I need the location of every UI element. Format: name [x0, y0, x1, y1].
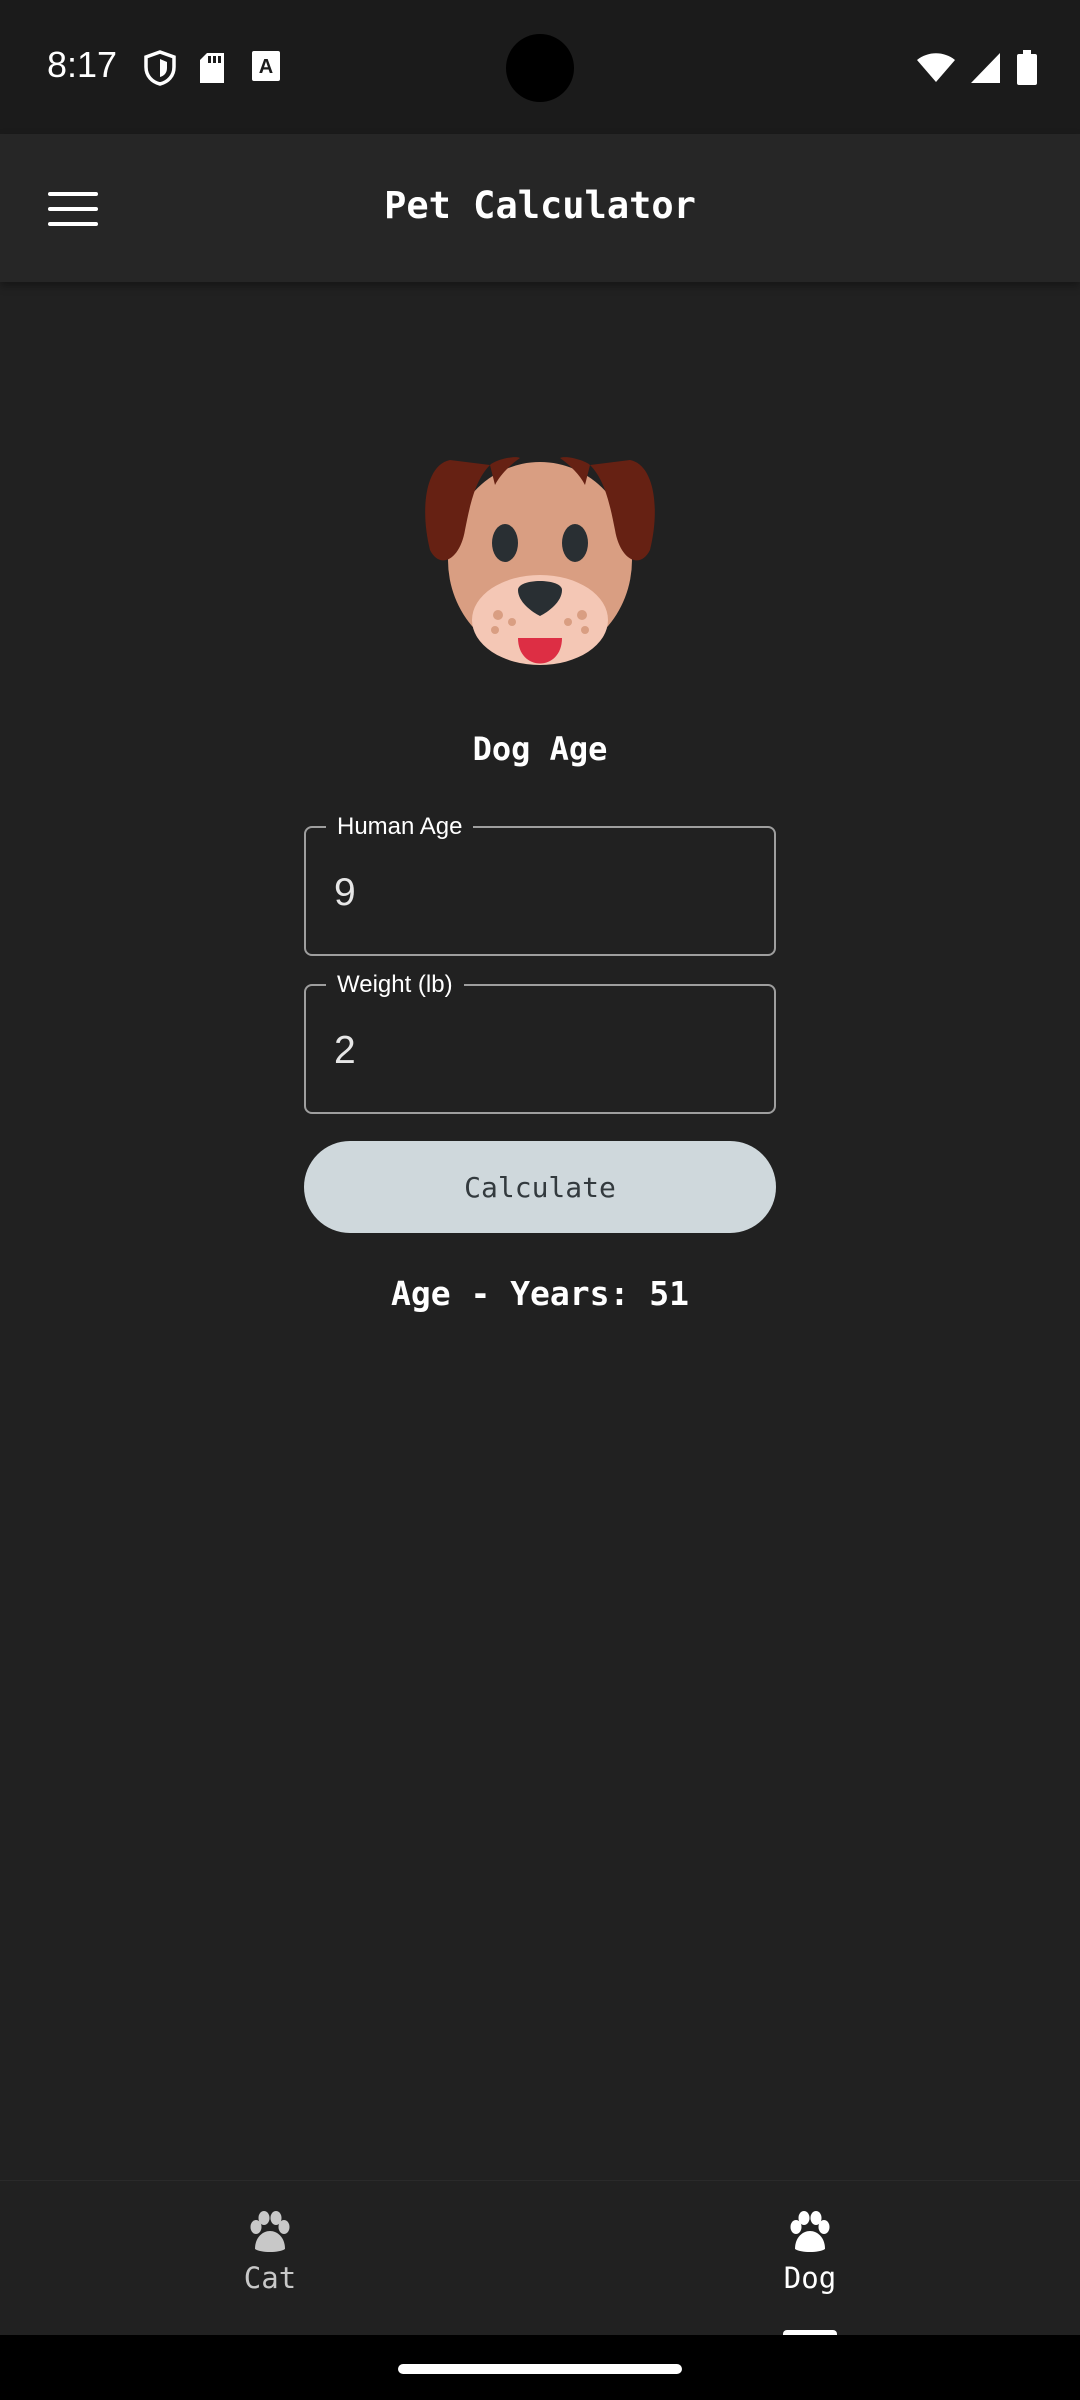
sd-card-icon [197, 50, 231, 86]
system-navigation-bar [0, 2335, 1080, 2400]
calculate-button[interactable]: Calculate [304, 1141, 776, 1233]
human-age-field[interactable]: Human Age [304, 812, 776, 956]
app-title: Pet Calculator [384, 184, 696, 227]
bottom-navigation: Cat Dog [0, 2180, 1080, 2335]
nav-item-dog[interactable]: Dog [710, 2211, 910, 2295]
wifi-icon [916, 52, 956, 88]
status-time: 8:17 [47, 44, 118, 85]
weight-input[interactable] [334, 1024, 754, 1078]
section-title: Dog Age [472, 730, 608, 768]
weight-field[interactable]: Weight (lb) [304, 970, 776, 1114]
paw-icon [250, 2211, 290, 2252]
battery-icon [1016, 50, 1038, 90]
camera-cutout [506, 34, 574, 102]
home-gesture-pill[interactable] [398, 2364, 682, 2374]
weight-label: Weight (lb) [326, 970, 464, 1000]
dog-face-icon [420, 450, 660, 680]
nav-label-cat: Cat [243, 2261, 297, 2295]
nav-label-dog: Dog [783, 2261, 837, 2295]
nav-item-cat[interactable]: Cat [170, 2211, 370, 2295]
paw-icon [790, 2211, 830, 2252]
result-text: Age - Years: 51 [390, 1274, 689, 1313]
human-age-input[interactable] [334, 866, 754, 920]
signal-icon [970, 52, 1002, 88]
status-icons-right [916, 50, 1038, 90]
svg-text:A: A [259, 56, 273, 78]
human-age-label: Human Age [326, 812, 474, 842]
app-root: 8:17 A Pet Calculator Dog Age Human Age … [0, 0, 1080, 2400]
font-a-icon: A [251, 50, 285, 86]
status-bar: 8:17 A [0, 0, 1080, 134]
top-app-bar: Pet Calculator [0, 134, 1080, 282]
status-icons-left: A [143, 50, 285, 86]
shield-icon [143, 50, 177, 86]
